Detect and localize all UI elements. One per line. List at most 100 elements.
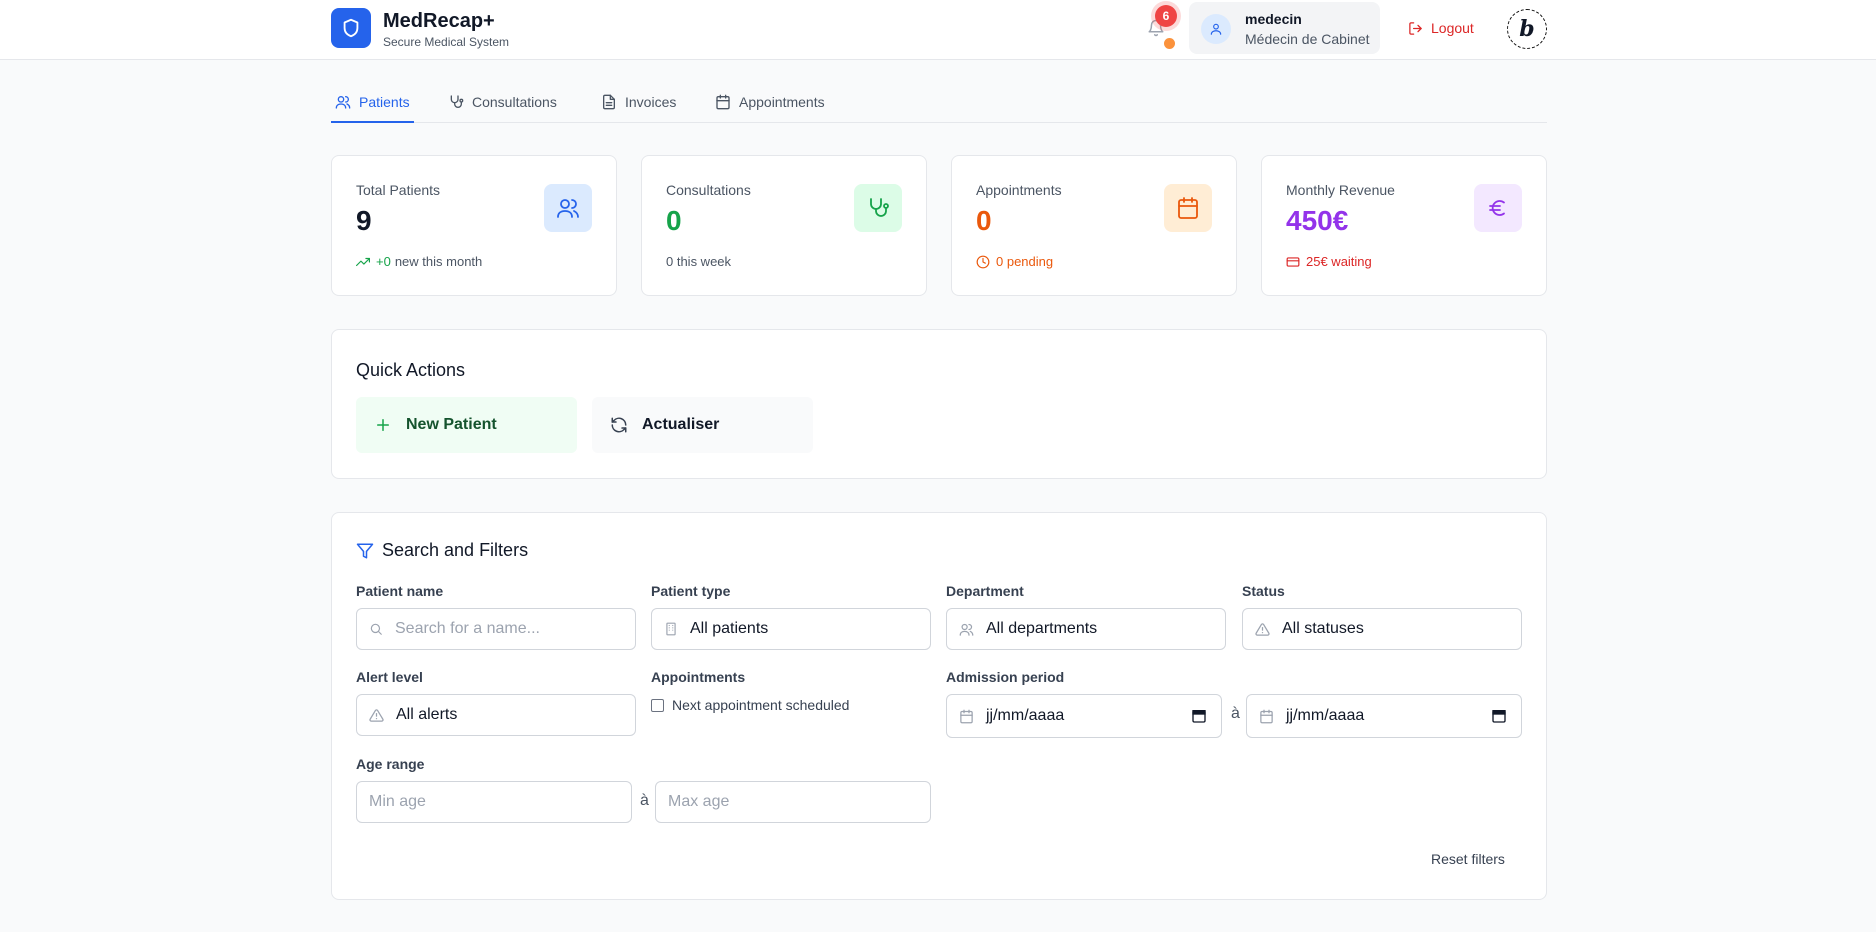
admission-start-date-input[interactable]: jj/mm/aaaa — [946, 694, 1222, 738]
filters-header: Search and Filters — [356, 540, 528, 561]
stat-value: 450€ — [1286, 205, 1349, 236]
tab-label: Patients — [359, 93, 410, 110]
user-profile-card[interactable]: medecin Médecin de Cabinet — [1189, 2, 1380, 54]
notification-count-badge[interactable]: 6 — [1155, 5, 1177, 27]
patient-name-label: Patient name — [356, 583, 444, 599]
tab-patients[interactable]: Patients — [331, 86, 414, 123]
alert-level-value: All alerts — [396, 706, 458, 723]
calendar-icon — [1164, 184, 1212, 232]
tab-invoices[interactable]: Invoices — [601, 86, 676, 122]
calendar-icon — [960, 709, 973, 723]
logout-icon — [1409, 21, 1422, 35]
euro-icon — [1474, 184, 1522, 232]
date-picker-icon[interactable] — [1491, 708, 1507, 724]
alert-level-label: Alert level — [356, 669, 423, 685]
reset-filters-button[interactable]: Reset filters — [1431, 851, 1505, 867]
date-range-separator: à — [1231, 705, 1240, 722]
credit-card-icon — [1286, 256, 1300, 267]
quick-actions-title: Quick Actions — [356, 360, 466, 380]
status-select[interactable]: All statuses — [1242, 608, 1522, 650]
stat-foot-text: 0 this week — [666, 254, 732, 269]
stat-foot-text: 25€ waiting — [1306, 254, 1372, 269]
status-label: Status — [1242, 583, 1285, 599]
user-name: medecin — [1245, 11, 1302, 27]
patient-name-input[interactable]: Search for a name... — [356, 608, 636, 650]
alert-triangle-icon — [369, 708, 384, 722]
stat-value: 9 — [356, 205, 372, 236]
next-appointment-checkbox[interactable] — [651, 698, 664, 712]
plus-icon — [377, 419, 389, 431]
app-subtitle: Secure Medical System — [383, 35, 510, 49]
users-icon — [959, 623, 974, 636]
department-value: All departments — [986, 620, 1098, 637]
department-select[interactable]: All departments — [946, 608, 1226, 650]
admission-period-label: Admission period — [946, 669, 1065, 685]
search-icon — [370, 623, 382, 635]
stat-label: Consultations — [666, 182, 751, 198]
user-role: Médecin de Cabinet — [1245, 31, 1370, 47]
tab-label: Appointments — [739, 94, 825, 110]
patient-type-value: All patients — [690, 620, 769, 637]
filter-icon — [356, 543, 374, 558]
tab-appointments[interactable]: Appointments — [715, 86, 825, 122]
min-age-placeholder: Min age — [369, 793, 426, 810]
max-age-placeholder: Max age — [668, 793, 730, 810]
stat-card-monthly-revenue: Monthly Revenue 450€ 25€ waiting — [1261, 155, 1547, 296]
stat-card-appointments: Appointments 0 0 pending — [951, 155, 1237, 296]
calendar-icon — [1260, 709, 1273, 723]
users-icon — [544, 184, 592, 232]
stat-foot-suffix: new this month — [394, 254, 483, 269]
users-icon — [335, 95, 351, 109]
appointments-filter-label: Appointments — [651, 669, 746, 685]
stat-label: Appointments — [976, 182, 1062, 198]
stat-value: 0 — [666, 205, 682, 236]
stat-card-total-patients: Total Patients 9 +0 new this month — [331, 155, 617, 296]
logout-label: Logout — [1431, 20, 1474, 36]
main-tabs: Patients Consultations Invoices Appointm… — [331, 86, 1547, 123]
patient-type-select[interactable]: All patients — [651, 608, 931, 650]
refresh-button[interactable]: Actualiser — [592, 397, 813, 453]
alert-level-select[interactable]: All alerts — [356, 694, 636, 736]
stethoscope-icon — [854, 184, 902, 232]
stat-card-consultations: Consultations 0 0 this week — [641, 155, 927, 296]
user-avatar-icon — [1201, 14, 1231, 44]
next-appointment-label: Next appointment scheduled — [672, 697, 850, 713]
admission-start-date-value: jj/mm/aaaa — [986, 707, 1065, 724]
brand-letter: b — [1519, 16, 1535, 42]
max-age-input[interactable]: Max age — [655, 781, 931, 823]
new-patient-button[interactable]: New Patient — [356, 397, 577, 453]
stat-label: Monthly Revenue — [1286, 182, 1395, 198]
search-filters-panel: Search and Filters Patient name Search f… — [331, 512, 1547, 900]
clock-icon — [976, 255, 990, 268]
stethoscope-icon — [450, 95, 464, 108]
stat-value: 0 — [976, 205, 992, 236]
age-range-separator: à — [640, 792, 649, 809]
filters-title: Search and Filters — [382, 540, 529, 560]
patient-name-placeholder: Search for a name... — [395, 620, 540, 637]
stat-foot-delta: +0 — [376, 254, 391, 269]
stat-footnote: 0 this week — [666, 254, 731, 269]
calendar-icon — [716, 94, 730, 110]
quick-actions-panel: Quick Actions New Patient Actualiser — [331, 329, 1547, 479]
status-value: All statuses — [1282, 620, 1364, 637]
stat-label: Total Patients — [356, 182, 441, 198]
admission-end-date-input[interactable]: jj/mm/aaaa — [1246, 694, 1522, 738]
department-label: Department — [946, 583, 1024, 599]
tab-consultations[interactable]: Consultations — [448, 86, 557, 122]
min-age-input[interactable]: Min age — [356, 781, 632, 823]
date-picker-icon[interactable] — [1191, 708, 1207, 724]
trending-up-icon — [356, 257, 370, 266]
age-range-label: Age range — [356, 756, 425, 772]
tab-label: Invoices — [625, 94, 677, 110]
stat-footnote: +0 new this month — [356, 254, 482, 269]
top-header: MedRecap+ Secure Medical System 6 medeci… — [0, 0, 1876, 60]
alert-triangle-icon — [1255, 622, 1270, 636]
stat-footnote: 25€ waiting — [1286, 254, 1372, 269]
tab-label: Consultations — [472, 94, 557, 110]
next-appointment-checkbox-row[interactable]: Next appointment scheduled — [651, 697, 849, 713]
logout-button[interactable]: Logout — [1408, 16, 1474, 40]
building-icon — [666, 622, 676, 636]
app-title: MedRecap+ — [383, 10, 495, 32]
status-dot — [1164, 38, 1175, 49]
stat-foot-text: 0 pending — [996, 254, 1054, 269]
